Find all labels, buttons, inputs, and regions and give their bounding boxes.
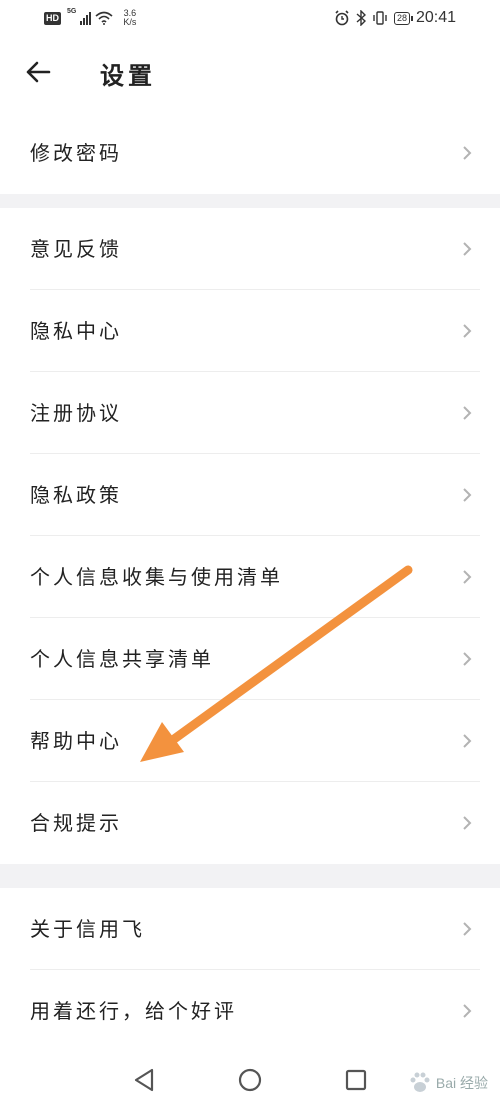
hd-badge: HD (44, 11, 61, 25)
battery-indicator: 28 (393, 11, 413, 25)
nav-recents-icon[interactable] (342, 1066, 370, 1094)
chevron-right-icon (463, 242, 472, 256)
alarm-icon (335, 10, 349, 26)
menu-item-change-password[interactable]: 修改密码 (0, 112, 500, 194)
bluetooth-icon (356, 10, 366, 26)
menu-item-privacy-center[interactable]: 隐私中心 (0, 290, 500, 372)
status-bar: HD 5G 3.6 K/s 28 20:41 (0, 0, 500, 36)
system-nav-bar: Bai 经验 (0, 1050, 500, 1111)
chevron-right-icon (463, 324, 472, 338)
chevron-right-icon (463, 922, 472, 936)
vibrate-icon (373, 11, 387, 25)
menu-item-personal-info-sharing[interactable]: 个人信息共享清单 (0, 618, 500, 700)
menu-item-label: 隐私中心 (30, 319, 122, 343)
signal-icon (80, 11, 92, 25)
section-divider (0, 194, 500, 208)
settings-section-account: 修改密码 (0, 112, 500, 194)
menu-item-label: 意见反馈 (30, 237, 122, 261)
chevron-right-icon (463, 488, 472, 502)
settings-section-info: 意见反馈 隐私中心 注册协议 隐私政策 个人信息收集与使用清单 个人信息共享清单… (0, 208, 500, 864)
menu-item-label: 帮助中心 (30, 729, 122, 753)
menu-item-personal-info-collection[interactable]: 个人信息收集与使用清单 (0, 536, 500, 618)
back-arrow-icon[interactable] (24, 58, 52, 86)
clock: 20:41 (415, 9, 456, 26)
menu-item-compliance-notice[interactable]: 合规提示 (0, 782, 500, 864)
network-speed: 3.6 K/s (123, 9, 136, 27)
page-title: 设置 (100, 62, 156, 90)
menu-item-label: 个人信息收集与使用清单 (30, 565, 283, 589)
wifi-icon (95, 11, 113, 25)
menu-item-privacy-policy[interactable]: 隐私政策 (0, 454, 500, 536)
chevron-right-icon (463, 816, 472, 830)
menu-item-help-center[interactable]: 帮助中心 (0, 700, 500, 782)
app-header: 设置 (0, 44, 500, 106)
speed-unit: K/s (123, 17, 137, 27)
chevron-right-icon (463, 406, 472, 420)
baidu-watermark: Bai 经验 (407, 1070, 488, 1096)
menu-item-label: 用着还行，给个好评 (30, 999, 237, 1023)
menu-item-label: 隐私政策 (30, 483, 122, 507)
menu-item-rate-app[interactable]: 用着还行，给个好评 (0, 970, 500, 1052)
menu-item-label: 注册协议 (30, 401, 122, 425)
menu-item-registration-agreement[interactable]: 注册协议 (0, 372, 500, 454)
menu-item-feedback[interactable]: 意见反馈 (0, 208, 500, 290)
menu-item-label: 修改密码 (30, 141, 122, 165)
chevron-right-icon (463, 734, 472, 748)
settings-section-about: 关于信用飞 用着还行，给个好评 (0, 888, 500, 1052)
chevron-right-icon (463, 146, 472, 160)
watermark-text: Bai 经验 (435, 1075, 488, 1091)
chevron-right-icon (463, 570, 472, 584)
menu-item-label: 合规提示 (30, 811, 122, 835)
menu-item-label: 个人信息共享清单 (30, 647, 214, 671)
nav-back-icon[interactable] (130, 1066, 158, 1094)
chevron-right-icon (463, 1004, 472, 1018)
chevron-right-icon (463, 652, 472, 666)
section-divider (0, 864, 500, 888)
nav-home-icon[interactable] (236, 1066, 264, 1094)
menu-item-label: 关于信用飞 (30, 917, 145, 941)
paw-logo-icon (410, 1072, 430, 1092)
menu-item-about[interactable]: 关于信用飞 (0, 888, 500, 970)
network-type: 5G (67, 8, 77, 15)
